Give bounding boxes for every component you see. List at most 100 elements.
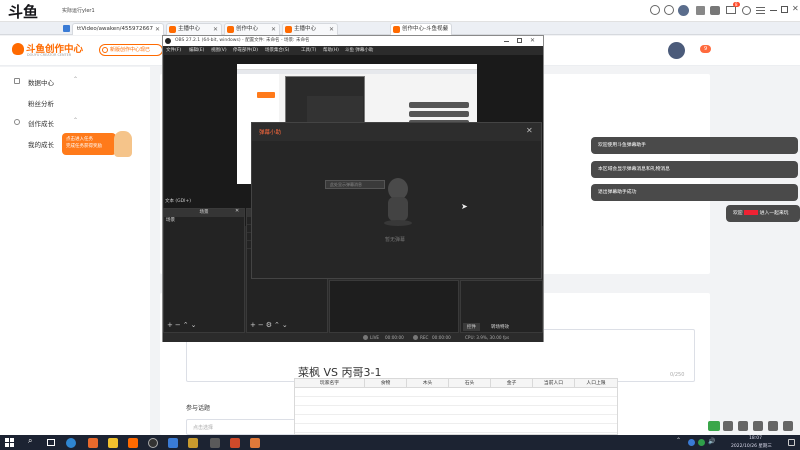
tab-anchor-center-1[interactable]: 主播中心 ✕ xyxy=(166,23,222,35)
table-row xyxy=(295,398,617,406)
obs-menu-file[interactable]: 文件(F) xyxy=(166,46,181,55)
minimize-icon[interactable] xyxy=(770,10,777,11)
search-icon[interactable]: ⌕ xyxy=(28,436,32,446)
empty-mascot-icon xyxy=(380,175,416,227)
edge-icon[interactable] xyxy=(66,438,76,448)
minimize-icon[interactable] xyxy=(504,41,509,42)
overlay-button[interactable] xyxy=(783,421,793,431)
obs-menu-tools[interactable]: 工具(T) xyxy=(301,46,316,55)
avatar[interactable] xyxy=(678,5,689,16)
settings-icon[interactable] xyxy=(742,6,751,15)
close-icon[interactable]: ✕ xyxy=(329,24,334,35)
scenes-close-icon[interactable]: ✕ xyxy=(235,208,239,214)
remove-icon[interactable]: − xyxy=(258,321,266,329)
app-icon-6[interactable] xyxy=(210,438,220,448)
scene-item[interactable]: 场景 xyxy=(164,217,244,225)
col-stone: 石头 xyxy=(449,379,491,388)
close-icon[interactable]: ✕ xyxy=(530,36,535,46)
app-icon-4[interactable] xyxy=(168,438,178,448)
taskbar-time[interactable]: 18:07 xyxy=(749,436,762,441)
sidebar-item-data-center[interactable]: 数据中心 xyxy=(28,77,54,87)
overlay-button[interactable] xyxy=(738,421,748,431)
obs-statusbar: LIVE 00:00:00 REC 00:00:00 CPU: 3.9%, 30… xyxy=(163,333,543,342)
scenes-dock: 场景 场景 +−⌃⌄ xyxy=(163,208,245,333)
douyu-icon xyxy=(227,26,234,33)
down-icon[interactable]: ⌄ xyxy=(191,321,199,329)
top-caption: 实际运行yler1 xyxy=(62,8,95,14)
obs-menu-docks[interactable]: 停靠部件(D) xyxy=(233,46,258,55)
up-icon[interactable]: ⌃ xyxy=(274,321,282,329)
maximize-icon[interactable] xyxy=(517,38,522,43)
overlay-button[interactable] xyxy=(723,421,733,431)
app-icon-5[interactable] xyxy=(188,438,198,448)
app-icon-2[interactable] xyxy=(108,438,118,448)
tab-controls[interactable]: 控件 xyxy=(463,323,480,331)
mascot-tip[interactable]: 点击进入任务 完成任务获得奖励 xyxy=(62,133,116,155)
obs-taskbar-icon[interactable] xyxy=(148,438,158,448)
sidebar-item-my-growth[interactable]: 我的成长 xyxy=(28,139,54,149)
tab-anchor-center-2[interactable]: 主播中心 ✕ xyxy=(282,23,338,35)
remove-icon[interactable]: − xyxy=(175,321,183,329)
volume-icon[interactable]: 🔊 xyxy=(708,438,715,445)
overlay-button[interactable] xyxy=(708,421,720,431)
browser-topbar: 斗鱼 实际运行yler1 8 ✕ xyxy=(0,0,800,22)
overlay-button[interactable] xyxy=(768,421,778,431)
app-icon-1[interactable] xyxy=(88,438,98,448)
tray-icons[interactable]: ⌃ 🔊 xyxy=(676,437,726,447)
user-avatar[interactable] xyxy=(668,42,685,59)
table-header: 玩家名字 食物 木头 石头 金子 当前人口 人口上限 xyxy=(295,379,617,388)
obs-menu-edit[interactable]: 编辑(E) xyxy=(189,46,204,55)
sidebar-item-fans[interactable]: 粉丝分析 xyxy=(28,98,54,108)
taskbar-date[interactable]: 2022/10/26 星期三 xyxy=(731,443,772,449)
notification-icon[interactable] xyxy=(788,439,795,446)
up-icon[interactable]: ⌃ xyxy=(183,321,191,329)
mail-icon[interactable] xyxy=(726,6,736,14)
creator-logo[interactable]: 斗鱼创作中心 DOUYU CREATOR CENTER xyxy=(12,41,92,61)
maximize-icon[interactable] xyxy=(781,6,788,13)
add-icon[interactable]: + xyxy=(167,321,175,329)
taskbar: ⌕ ⌃ 🔊 18:07 2022/10/26 星期三 xyxy=(0,435,800,450)
douyu-logo[interactable]: 斗鱼 xyxy=(6,2,48,20)
task-view-icon[interactable] xyxy=(47,439,55,446)
close-icon[interactable]: ✕ xyxy=(526,126,533,135)
down-icon[interactable]: ⌄ xyxy=(282,321,290,329)
scenes-toolbar: +−⌃⌄ xyxy=(164,321,244,330)
game-icon[interactable] xyxy=(710,6,720,15)
tab-transitions[interactable]: 转场特效 xyxy=(487,323,513,331)
tray-app-icon[interactable] xyxy=(688,439,695,446)
close-icon[interactable]: ✕ xyxy=(213,24,218,35)
notification-badge[interactable]: 9 xyxy=(700,45,712,53)
history-icon[interactable] xyxy=(664,5,674,15)
tab-bar: ttVideo/awaken/455972667 ✕ 主播中心 ✕ 创作中心 ✕… xyxy=(0,22,800,35)
overlay-button[interactable] xyxy=(753,421,763,431)
tab-creator-center-1[interactable]: 创作中心 ✕ xyxy=(224,23,280,35)
obs-menu-view[interactable]: 视图(V) xyxy=(211,46,227,55)
add-icon[interactable]: + xyxy=(250,321,258,329)
sidebar-item-growth[interactable]: 创作成长 xyxy=(28,118,54,128)
obs-menu-help[interactable]: 帮助(H) xyxy=(323,46,339,55)
tab-creator-video[interactable]: 创作中心-斗鱼视频 ✕ xyxy=(390,23,452,35)
obs-menu-scene-collection[interactable]: 场景集合(S) xyxy=(265,46,289,55)
app-icon-8[interactable] xyxy=(250,438,260,448)
address-tab[interactable]: ttVideo/awaken/455972667 ✕ xyxy=(72,23,164,35)
app-icon-7[interactable] xyxy=(230,438,240,448)
app-icon-3[interactable] xyxy=(128,438,138,448)
tray-app-icon[interactable] xyxy=(698,439,705,446)
new-feature-button[interactable]: 新版创作中心现已 xyxy=(99,44,163,56)
col-gold: 金子 xyxy=(491,379,533,388)
close-icon[interactable]: ✕ xyxy=(155,24,160,35)
topic-select[interactable]: 点击选择 xyxy=(186,419,298,435)
sidebar: 数据中心 ⌃ 粉丝分析 创作成长 ⌃ 我的成长 点击进入任务 完成任务获得奖励 xyxy=(0,67,150,435)
obs-menu-douyu[interactable]: 斗鱼 弹幕小助 xyxy=(345,46,373,55)
chat-bubble-welcome: 欢迎使用斗鱼弹幕助手 xyxy=(591,137,798,154)
close-icon[interactable]: ✕ xyxy=(792,4,799,13)
chevron-up-icon[interactable]: ⌃ xyxy=(676,437,681,444)
gear-icon[interactable]: ⚙ xyxy=(266,321,274,329)
windows-start-icon[interactable] xyxy=(5,438,14,447)
shirt-icon[interactable] xyxy=(696,6,705,15)
close-icon[interactable]: ✕ xyxy=(271,24,276,35)
menu-icon[interactable] xyxy=(756,7,765,8)
close-icon[interactable]: ✕ xyxy=(443,24,448,35)
clock-icon[interactable] xyxy=(650,5,660,15)
live-label: LIVE xyxy=(370,335,380,340)
